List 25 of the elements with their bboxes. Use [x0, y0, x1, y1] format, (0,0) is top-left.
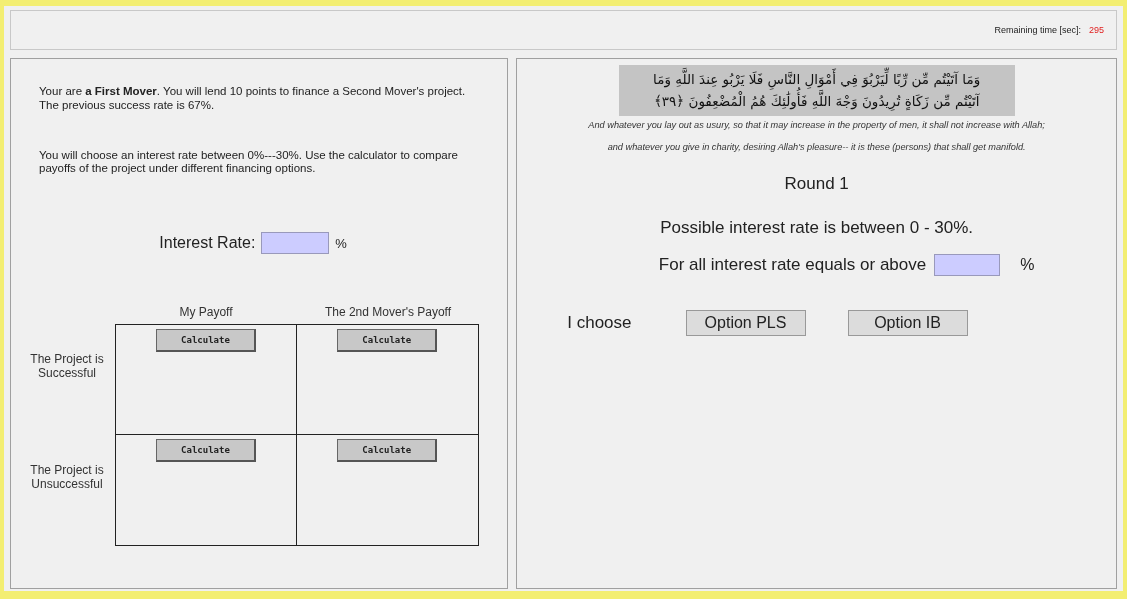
timer-value: 295 [1088, 25, 1104, 35]
threshold-field[interactable] [934, 254, 1001, 277]
calculate-button[interactable]: Calculate [337, 438, 438, 462]
translation-text: And whatever you lay out as usury, so that it may increase in the property of men, it shall not increase with Allah; [588, 120, 1045, 131]
interest-rate-label: Interest Rate: [159, 234, 256, 253]
timer-label: Remaining time [sec]: [994, 25, 1081, 35]
intro-text: Your are a First Mover. You will lend 10 points to finance a Second Mover's project. The previous success rate is 67%. [39, 85, 467, 113]
interest-rate-field[interactable] [261, 232, 330, 255]
translation-text: and whatever you give in charity, desiring Allah's pleasure-- it is these (persons) that shall get manifold. [607, 142, 1026, 153]
column-header: My Payoff [179, 305, 233, 320]
calculate-button[interactable]: Calculate [156, 329, 256, 353]
row-header: The Project is Successful [29, 352, 105, 381]
option-button[interactable]: Option IB [847, 310, 968, 337]
instructions-text: You will choose an interest rate between 0%---30%. Use the calculator to compare payoffs of the project under different financing options. [39, 148, 459, 177]
option-button[interactable]: Option PLS [685, 310, 806, 337]
threshold-label: For all interest rate equals or above [658, 255, 927, 276]
calculate-button[interactable]: Calculate [156, 438, 256, 462]
round-title: Round 1 [784, 174, 849, 195]
percent-sign: % [1020, 256, 1035, 275]
calculate-button[interactable]: Calculate [337, 329, 438, 353]
column-header: The 2nd Mover's Payoff [324, 305, 452, 320]
percent-sign: % [335, 235, 347, 251]
row-header: The Project is Unsuccessful [29, 463, 105, 492]
choose-label: I choose [567, 313, 632, 334]
range-text: Possible interest rate is between 0 - 30%. [660, 218, 973, 239]
